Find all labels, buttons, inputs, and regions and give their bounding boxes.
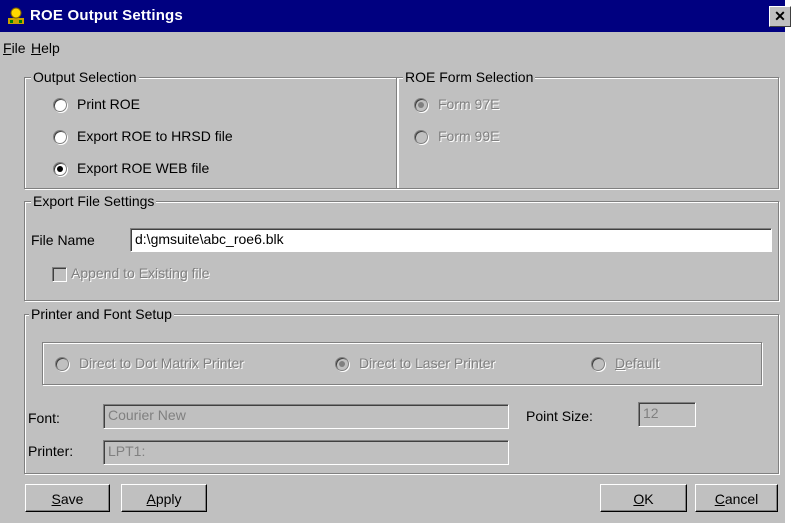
radio-selected-dot bbox=[418, 102, 424, 108]
menu-help[interactable]: Help bbox=[31, 40, 60, 56]
menu-bar: File Help bbox=[0, 37, 785, 57]
append-checkbox[interactable] bbox=[52, 267, 67, 282]
radio-button[interactable] bbox=[55, 357, 69, 371]
file-name-input[interactable]: d:\gmsuite\abc_roe6.blk bbox=[130, 228, 772, 252]
app-icon bbox=[8, 7, 24, 24]
radio-label: Default bbox=[615, 355, 660, 371]
radio-button[interactable] bbox=[335, 357, 349, 371]
radio-button[interactable] bbox=[414, 98, 428, 112]
radio-button[interactable] bbox=[53, 98, 67, 112]
title-bar: ROE Output Settings ✕ bbox=[0, 0, 791, 32]
apply-button[interactable]: Apply bbox=[121, 484, 207, 512]
radio-button[interactable] bbox=[414, 130, 428, 144]
font-label: Font: bbox=[28, 410, 60, 426]
font-input[interactable]: Courier New bbox=[103, 404, 509, 429]
close-button[interactable]: ✕ bbox=[769, 6, 791, 27]
printer-font-setup-group: Printer and Font Setup Direct to Dot Mat… bbox=[24, 306, 779, 474]
point-size-label: Point Size: bbox=[526, 408, 593, 424]
printer-input[interactable]: LPT1: bbox=[103, 440, 509, 465]
output-selection-group: Output Selection Print ROE Export ROE to… bbox=[24, 69, 398, 189]
radio-label: Print ROE bbox=[77, 96, 141, 112]
radio-button[interactable] bbox=[591, 357, 605, 371]
point-size-input[interactable]: 12 bbox=[638, 402, 696, 427]
roe-form-selection-group: ROE Form Selection Form 97E Form 99E bbox=[396, 69, 779, 189]
radio-label: Export ROE WEB file bbox=[77, 160, 210, 176]
output-selection-label: Output Selection bbox=[31, 69, 139, 85]
radio-button[interactable] bbox=[53, 162, 67, 176]
radio-label: Export ROE to HRSD file bbox=[77, 128, 233, 144]
radio-label: Direct to Dot Matrix Printer bbox=[79, 355, 244, 371]
window-title: ROE Output Settings bbox=[30, 7, 183, 24]
save-button[interactable]: Save bbox=[25, 484, 110, 512]
export-file-settings-label: Export File Settings bbox=[31, 193, 157, 209]
radio-selected-dot bbox=[57, 166, 63, 172]
close-icon: ✕ bbox=[774, 8, 786, 24]
printer-type-box: Direct to Dot Matrix Printer Direct to L… bbox=[42, 342, 762, 385]
radio-label: Direct to Laser Printer bbox=[359, 355, 496, 371]
radio-label: Form 97E bbox=[438, 96, 500, 112]
roe-form-selection-label: ROE Form Selection bbox=[403, 69, 536, 85]
printer-label: Printer: bbox=[28, 443, 74, 459]
menu-file[interactable]: File bbox=[3, 40, 26, 56]
radio-label: Form 99E bbox=[438, 128, 500, 144]
printer-font-setup-label: Printer and Font Setup bbox=[29, 306, 174, 322]
cancel-button[interactable]: Cancel bbox=[695, 484, 778, 512]
radio-button[interactable] bbox=[53, 130, 67, 144]
file-name-label: File Name bbox=[31, 232, 95, 248]
ok-button[interactable]: OK bbox=[600, 484, 687, 512]
roe-output-settings-window: ROE Output Settings ✕ File Help Output S… bbox=[0, 0, 791, 523]
export-file-settings-group: Export File Settings File Name d:\gmsuit… bbox=[24, 193, 779, 301]
append-label: Append to Existing file bbox=[71, 265, 210, 281]
radio-selected-dot bbox=[339, 361, 345, 367]
